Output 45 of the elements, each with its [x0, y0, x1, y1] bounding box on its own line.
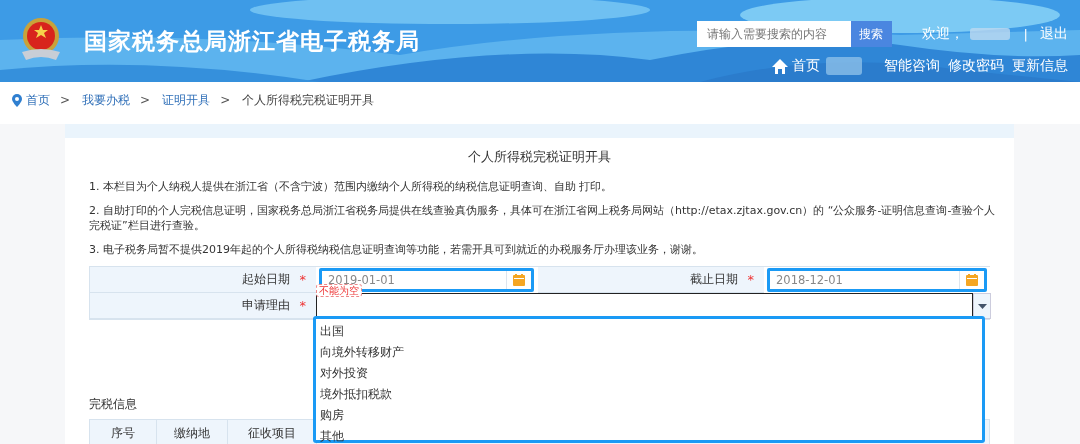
column-header: 缴纳地 [157, 420, 228, 444]
breadcrumb-separator: > [220, 93, 231, 107]
form-title: 个人所得税完税证明开具 [467, 148, 612, 166]
dropdown-option[interactable]: 出国 [320, 321, 982, 342]
notice-text: 2. 自助打印的个人完税信息证明，国家税务总局浙江省税务局提供在线查验真伪服务，具体可在浙江省网上税务局网站（http://etax.zjtax.gov.cn）的 “公众服务-证明信息查询-查验个人完税证”栏目进行查验。 [89, 203, 996, 233]
dropdown-option[interactable]: 对外投资 [320, 363, 982, 384]
calendar-icon [513, 274, 525, 286]
breadcrumb-separator: > [60, 93, 71, 107]
dropdown-option[interactable]: 向境外转移财产 [320, 342, 982, 363]
breadcrumb-current: 个人所得税完税证明开具 [242, 91, 375, 109]
dropdown-option[interactable]: 购房 [320, 405, 982, 426]
breadcrumb-link[interactable]: 证明开具 [162, 91, 211, 109]
dropdown-option[interactable]: 其他 [320, 426, 982, 444]
calendar-icon [966, 274, 978, 286]
blurred-item [826, 57, 862, 75]
error-tooltip: 不能为空 [316, 284, 362, 297]
blurred-name [969, 28, 1010, 40]
welcome-text: 欢迎， [921, 25, 964, 43]
separator: | [1023, 26, 1028, 42]
location-icon [12, 93, 22, 107]
nav-link[interactable]: 智能咨询 [884, 57, 940, 75]
nav-link[interactable]: 修改密码 [948, 57, 1004, 75]
field-label: 申请理由 [241, 297, 290, 314]
breadcrumb-link[interactable]: 首页 [26, 91, 50, 109]
column-header: 序号 [90, 420, 157, 444]
search-button[interactable]: 搜索 [850, 21, 892, 47]
field-label: 截止日期 [689, 271, 738, 288]
breadcrumb-separator: > [140, 93, 151, 107]
search-field[interactable]: 请输入需要搜索的内容 [696, 21, 851, 47]
site-title: 国家税务总局浙江省电子税务局 [84, 26, 420, 56]
home-icon [772, 58, 788, 74]
required-mark: * [299, 272, 306, 287]
field-label: 起始日期 [241, 271, 290, 288]
caret-icon [977, 303, 987, 309]
notice-text: 1. 本栏目为个人纳税人提供在浙江省（不含宁波）范围内缴纳个人所得税的纳税信息证明查询、自助 打印。 [89, 179, 614, 194]
section-title: 完税信息 [89, 396, 138, 413]
breadcrumb-link[interactable]: 我要办税 [82, 91, 131, 109]
home-link[interactable]: 首页 [772, 57, 820, 75]
nav-link[interactable]: 更新信息 [1012, 57, 1068, 75]
date-field[interactable]: 2018-12-01 [767, 268, 987, 292]
required-mark: * [299, 298, 306, 313]
dropdown-option[interactable]: 境外抵扣税款 [320, 384, 982, 405]
dropdown-button[interactable] [973, 293, 991, 319]
notice-text: 3. 电子税务局暂不提供2019年起的个人所得税纳税信息证明查询等功能，若需开具可到就近的办税服务厅办理该业务，谢谢。 [89, 242, 704, 257]
required-mark: * [747, 272, 754, 287]
